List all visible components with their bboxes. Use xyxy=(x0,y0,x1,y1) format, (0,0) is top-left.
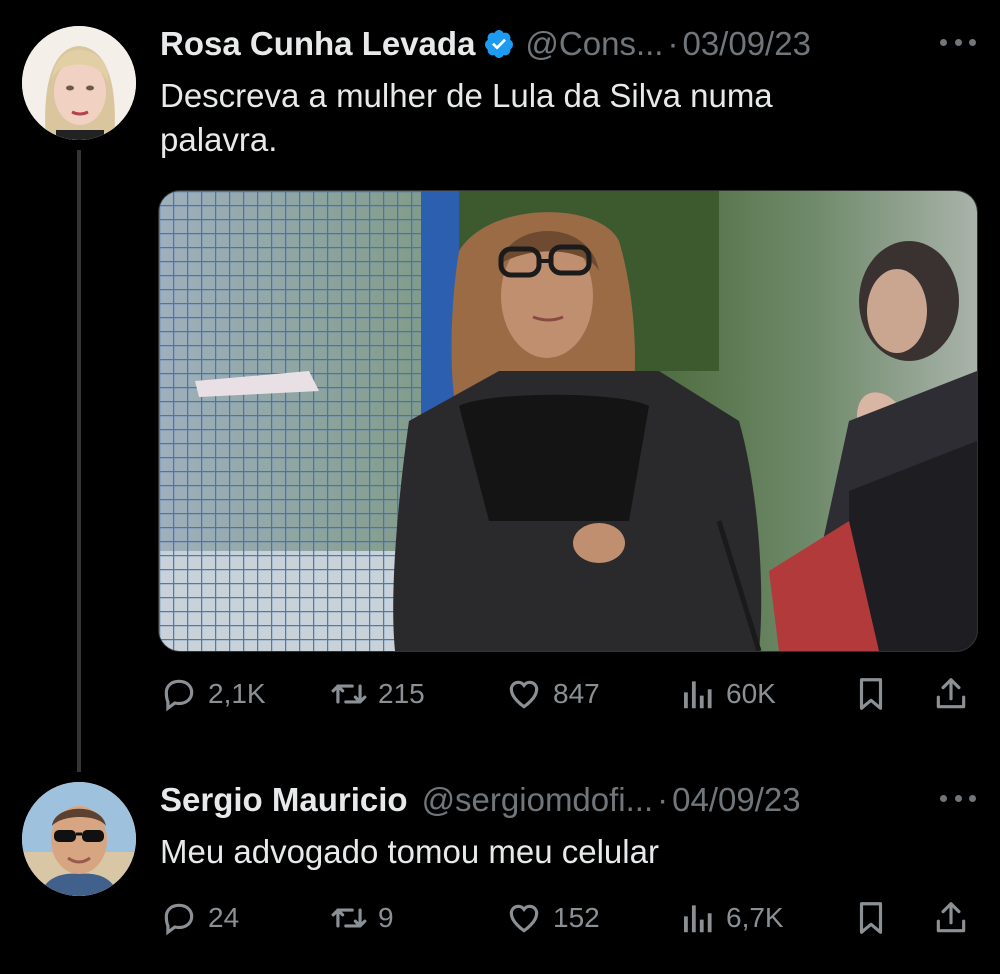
views-bar-chart-icon xyxy=(684,905,712,933)
more-options-icon[interactable] xyxy=(940,786,976,810)
retweet-button[interactable]: 215 xyxy=(330,672,425,716)
like-count: 152 xyxy=(553,902,600,933)
retweet-count: 9 xyxy=(378,902,394,933)
retweet-icon xyxy=(331,908,367,928)
retweet-icon xyxy=(331,684,367,704)
bookmark-button[interactable] xyxy=(852,896,900,940)
retweet-button[interactable]: 9 xyxy=(330,896,394,940)
share-button[interactable] xyxy=(932,896,980,940)
verified-badge-icon xyxy=(485,30,514,58)
tweet-actions: 24 9 152 6,7K xyxy=(160,896,976,940)
tweet-photo[interactable] xyxy=(158,190,978,652)
bookmark-icon xyxy=(859,902,883,934)
tweet-actions: 2,1K 215 847 60K xyxy=(160,672,976,716)
tweet-header: Rosa Cunha Levada @Cons... · 03/09/23 xyxy=(160,24,976,64)
like-button[interactable]: 847 xyxy=(505,672,600,716)
author-handle[interactable]: @Cons... xyxy=(525,25,663,63)
retweet-count: 215 xyxy=(378,678,425,709)
reply-button[interactable]: 2,1K xyxy=(160,672,266,716)
avatar[interactable] xyxy=(22,26,136,140)
avatar-portrait-man-sunglasses xyxy=(22,782,136,896)
tweet-header: Sergio Mauricio @sergiomdofi... · 04/09/… xyxy=(160,780,976,820)
reply-icon xyxy=(164,679,194,712)
tweet-text-line: Descreva a mulher de Lula da Silva numa xyxy=(160,77,773,114)
tweet-text: Meu advogado tomou meu celular xyxy=(160,830,940,874)
separator-dot: · xyxy=(657,781,669,818)
like-count: 847 xyxy=(553,678,600,709)
views-count: 6,7K xyxy=(726,902,784,933)
tweet-date[interactable]: 03/09/23 xyxy=(682,25,810,63)
tweet-2[interactable]: Sergio Mauricio @sergiomdofi... · 04/09/… xyxy=(0,760,1000,974)
views-count: 60K xyxy=(726,678,776,709)
heart-icon xyxy=(509,680,539,709)
tweet-text-line: palavra. xyxy=(160,121,278,158)
more-options-icon[interactable] xyxy=(940,30,976,54)
author-handle[interactable]: @sergiomdofi... xyxy=(422,781,654,819)
author-name[interactable]: Rosa Cunha Levada xyxy=(160,25,475,63)
bookmark-button[interactable] xyxy=(852,672,900,716)
photo-woman-walking xyxy=(159,191,977,651)
author-name[interactable]: Sergio Mauricio xyxy=(160,781,408,819)
views-bar-chart-icon xyxy=(684,681,712,709)
tweet-date[interactable]: 04/09/23 xyxy=(672,781,800,819)
tweet-text-line: Meu advogado tomou meu celular xyxy=(160,833,659,870)
views-button[interactable]: 60K xyxy=(678,672,776,716)
bookmark-icon xyxy=(859,678,883,710)
tweet-1[interactable]: Rosa Cunha Levada @Cons... · 03/09/23 De… xyxy=(0,0,1000,760)
share-icon xyxy=(936,902,966,933)
reply-button[interactable]: 24 xyxy=(160,896,239,940)
separator-dot: · xyxy=(667,25,679,62)
like-button[interactable]: 152 xyxy=(505,896,600,940)
views-button[interactable]: 6,7K xyxy=(678,896,784,940)
reply-count: 24 xyxy=(208,902,240,933)
avatar[interactable] xyxy=(22,782,136,896)
reply-count: 2,1K xyxy=(208,678,266,709)
share-button[interactable] xyxy=(932,672,980,716)
share-icon xyxy=(936,678,966,709)
reply-icon xyxy=(164,903,194,936)
avatar-portrait-woman xyxy=(22,26,136,140)
heart-icon xyxy=(509,904,539,933)
tweet-text: Descreva a mulher de Lula da Silva numa … xyxy=(160,74,940,162)
